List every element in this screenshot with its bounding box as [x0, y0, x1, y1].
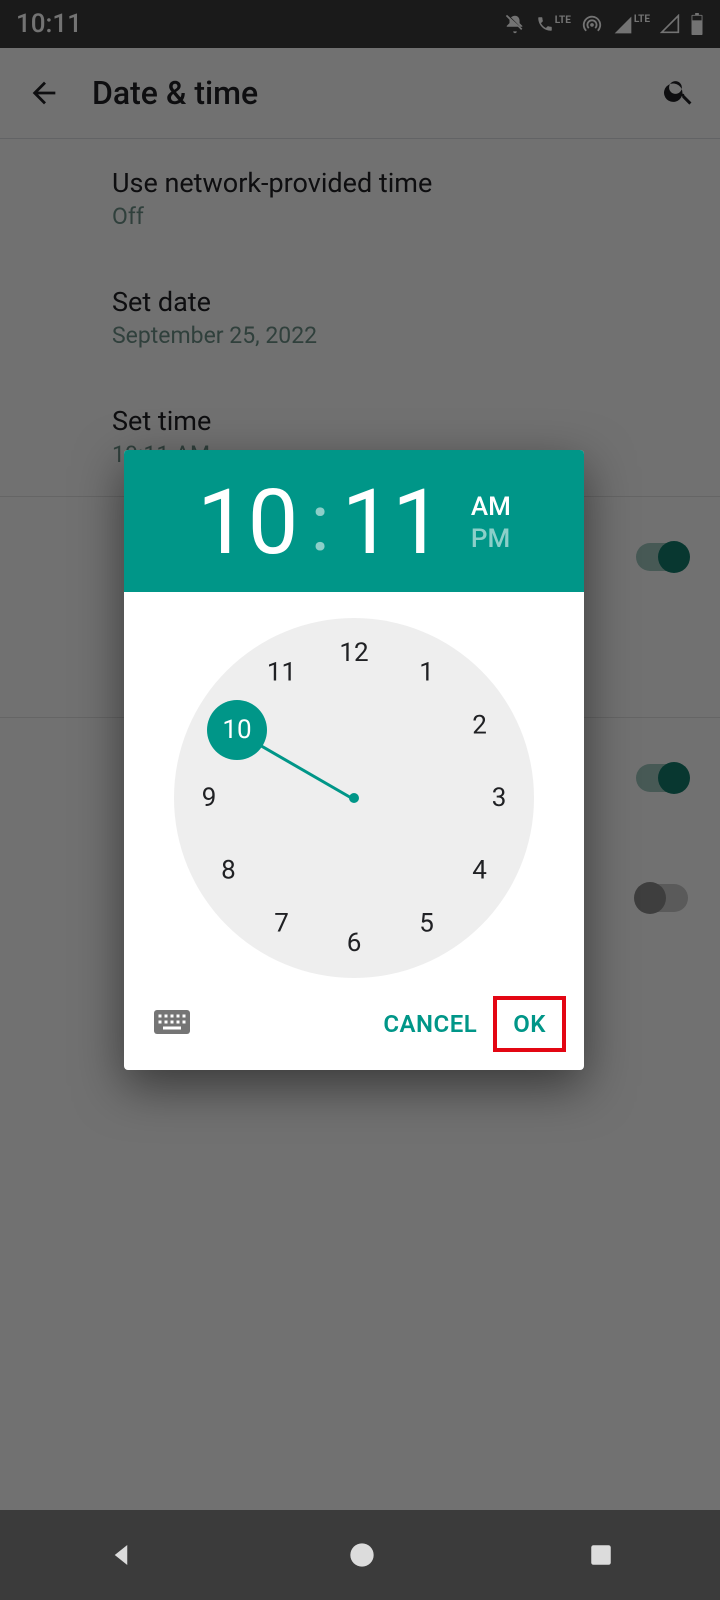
clock-wrap: 10 12 12 3 45678 9 11 [124, 592, 584, 986]
navigation-bar [0, 1510, 720, 1600]
pm-button[interactable]: PM [471, 524, 511, 554]
clock-center-icon [349, 793, 359, 803]
nav-back-icon [106, 1540, 136, 1570]
ok-button[interactable]: OK [493, 996, 566, 1052]
minute-display[interactable]: 11 [342, 478, 443, 568]
time-colon: : [308, 483, 331, 563]
clock-number-7[interactable]: 7 [262, 904, 302, 944]
clock-face[interactable]: 10 12 12 3 45678 9 11 [174, 618, 534, 978]
cancel-button[interactable]: CANCEL [367, 1000, 493, 1048]
nav-recent-icon [588, 1542, 614, 1568]
clock-number-2[interactable]: 2 [460, 706, 500, 746]
nav-home-button[interactable] [348, 1541, 376, 1569]
hour-display[interactable]: 10 [197, 478, 298, 568]
dialog-header: 10 : 11 AM PM [124, 450, 584, 592]
keyboard-input-button[interactable] [154, 1009, 190, 1039]
clock-number-8[interactable]: 8 [208, 851, 248, 891]
clock-number-12[interactable]: 12 [334, 633, 374, 673]
ampm-group: AM PM [471, 492, 511, 554]
clock-number-11[interactable]: 11 [262, 652, 302, 692]
clock-number-9[interactable]: 9 [189, 778, 229, 818]
nav-home-icon [348, 1541, 376, 1569]
dialog-actions: CANCEL OK [124, 986, 584, 1070]
clock-number-5[interactable]: 5 [407, 904, 447, 944]
am-button[interactable]: AM [471, 492, 511, 522]
nav-recent-button[interactable] [588, 1542, 614, 1568]
clock-number-6[interactable]: 6 [334, 923, 374, 963]
nav-back-button[interactable] [106, 1540, 136, 1570]
time-picker-dialog: 10 : 11 AM PM 10 12 12 3 45678 9 11 CANCEL [124, 450, 584, 1070]
clock-number-1[interactable]: 1 [407, 652, 447, 692]
clock-number-3[interactable]: 3 [479, 778, 519, 818]
clock-number-4[interactable]: 4 [460, 851, 500, 891]
selected-hour-knob[interactable]: 10 [207, 700, 267, 760]
screen: 10:11 LTE LTE Date & time [0, 0, 720, 1600]
keyboard-icon [154, 1009, 190, 1035]
